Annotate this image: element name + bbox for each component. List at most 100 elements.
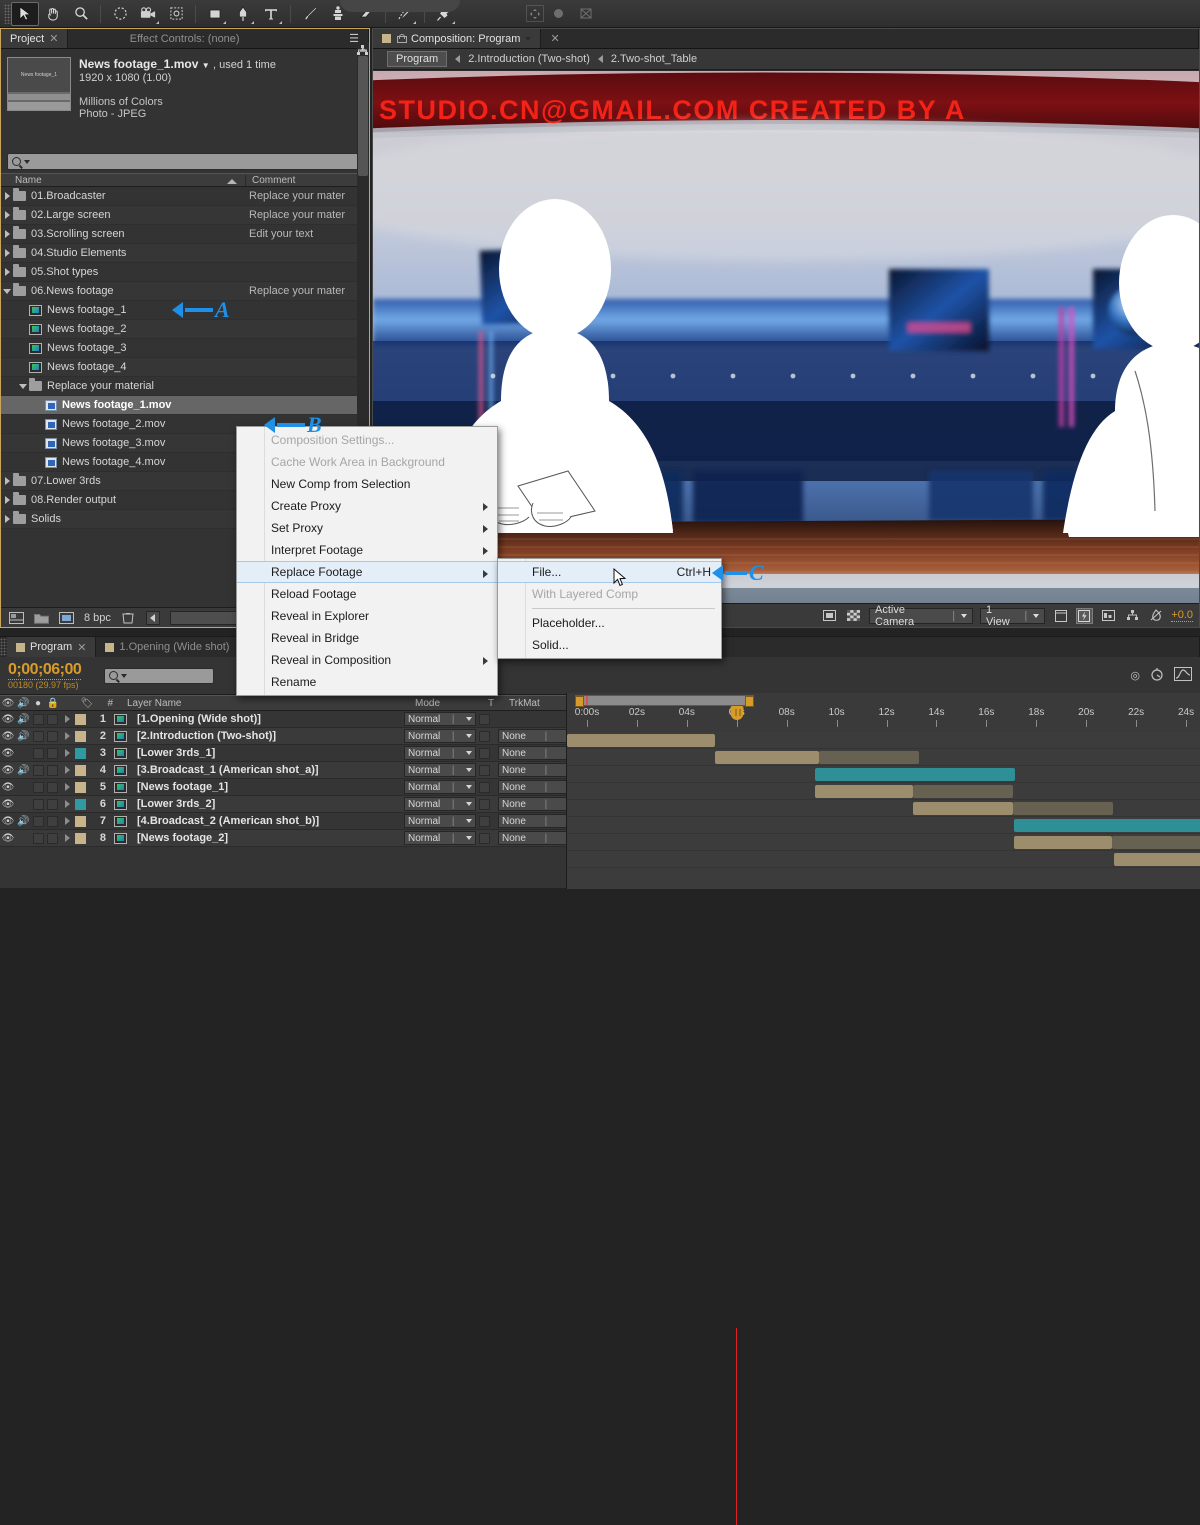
- project-row[interactable]: News footage_2: [1, 320, 369, 339]
- context-menu-item[interactable]: Set Proxy: [237, 517, 497, 539]
- delete-icon[interactable]: [121, 611, 136, 624]
- close-icon[interactable]: ✕: [77, 641, 86, 654]
- context-menu-item[interactable]: Reveal in Explorer: [237, 605, 497, 627]
- timeline-search-input[interactable]: [104, 667, 214, 684]
- layer-trkmat-select[interactable]: None |: [498, 797, 570, 811]
- work-area-start-handle[interactable]: [575, 696, 584, 707]
- current-time-indicator[interactable]: [730, 706, 744, 720]
- column-name[interactable]: Name: [1, 174, 246, 186]
- comp-flowchart-icon[interactable]: [1124, 608, 1141, 624]
- layer-label-swatch[interactable]: [75, 764, 86, 776]
- live-update-icon[interactable]: ◎: [1130, 669, 1140, 682]
- project-row[interactable]: 03.Scrolling screen Edit your text: [1, 225, 369, 244]
- twirl-toggle[interactable]: [1, 211, 13, 219]
- new-comp-icon[interactable]: [9, 611, 24, 624]
- layer-label-swatch[interactable]: [75, 713, 86, 725]
- layer-solo-toggle[interactable]: [31, 730, 45, 742]
- chevron-down-icon[interactable]: [24, 159, 30, 164]
- twirl-closed-icon[interactable]: [4, 192, 10, 200]
- pan-behind-tool[interactable]: [162, 2, 190, 26]
- tab-project[interactable]: Project ✕: [1, 29, 69, 48]
- layer-twirl-icon[interactable]: [59, 800, 75, 808]
- layer-preserve-transparency[interactable]: [476, 781, 492, 793]
- layer-audio-toggle[interactable]: 🔊: [16, 731, 31, 742]
- layer-visibility-toggle[interactable]: 👁: [0, 765, 16, 776]
- current-time-display[interactable]: 0;00;06;00 00180 (29.97 fps): [0, 661, 100, 690]
- layer-trkmat-select[interactable]: None |: [498, 831, 570, 845]
- layer-duration-bar[interactable]: [913, 802, 1013, 815]
- layer-lock-toggle[interactable]: [45, 798, 59, 810]
- layer-solo-toggle[interactable]: [31, 764, 45, 776]
- timeline-track-row[interactable]: [567, 766, 1200, 783]
- layer-twirl-icon[interactable]: [59, 715, 75, 723]
- layer-mode-select[interactable]: Normal |: [404, 797, 476, 811]
- twirl-closed-icon[interactable]: [4, 230, 10, 238]
- twirl-open-icon[interactable]: [19, 383, 27, 389]
- layer-lock-toggle[interactable]: [45, 781, 59, 793]
- twirl-toggle[interactable]: [17, 383, 29, 389]
- layer-visibility-toggle[interactable]: 👁: [0, 782, 16, 793]
- layer-duration-bar[interactable]: [815, 768, 1015, 781]
- layer-name[interactable]: [Lower 3rds_1]: [114, 747, 404, 759]
- layer-duration-bar[interactable]: [1014, 836, 1112, 849]
- camera-tool[interactable]: [134, 2, 162, 26]
- twirl-open-icon[interactable]: [3, 288, 11, 294]
- tab-close-composition[interactable]: ✕: [541, 29, 1199, 48]
- transparency-grid-icon[interactable]: [845, 608, 862, 624]
- snapping-icon[interactable]: [572, 2, 600, 26]
- layer-preserve-transparency[interactable]: [476, 798, 492, 810]
- layer-label-swatch[interactable]: [75, 832, 86, 844]
- layer-name[interactable]: [3.Broadcast_1 (American shot_a)]: [114, 764, 404, 776]
- timeline-tracks[interactable]: [566, 732, 1200, 889]
- selection-tool[interactable]: [11, 1, 39, 26]
- timeline-track-row[interactable]: [567, 783, 1200, 800]
- layer-visibility-toggle[interactable]: 👁: [0, 731, 16, 742]
- layer-twirl-icon[interactable]: [59, 766, 75, 774]
- collapse-panel-button[interactable]: [145, 610, 160, 625]
- project-search-input[interactable]: [7, 153, 363, 170]
- layer-bar-tail[interactable]: [913, 785, 1013, 798]
- hand-tool[interactable]: [39, 2, 67, 26]
- layer-label-swatch[interactable]: [75, 747, 86, 759]
- twirl-closed-icon[interactable]: [4, 515, 10, 523]
- breadcrumb-item-introduction[interactable]: 2.Introduction (Two-shot): [468, 53, 590, 65]
- twirl-closed-icon[interactable]: [4, 496, 10, 504]
- timeline-grip[interactable]: [0, 638, 7, 656]
- layer-solo-toggle[interactable]: [31, 815, 45, 827]
- context-menu-item[interactable]: Reveal in Composition: [237, 649, 497, 671]
- chevron-down-icon[interactable]: [121, 673, 127, 678]
- work-area-end-handle[interactable]: [745, 696, 755, 707]
- layer-solo-toggle[interactable]: [31, 781, 45, 793]
- title-safe-icon[interactable]: [1052, 608, 1069, 624]
- shape-tool[interactable]: [201, 2, 229, 26]
- layer-mode-select[interactable]: Normal |: [404, 746, 476, 760]
- layer-preserve-transparency[interactable]: [476, 832, 492, 844]
- layer-bar-tail[interactable]: [819, 751, 919, 764]
- column-comment[interactable]: Comment: [246, 175, 369, 186]
- timeline-track-row[interactable]: [567, 851, 1200, 868]
- context-menu[interactable]: Composition Settings... Cache Work Area i…: [236, 426, 498, 696]
- layer-preserve-transparency[interactable]: [476, 815, 492, 827]
- flowchart-icon[interactable]: [357, 45, 368, 56]
- layer-lock-toggle[interactable]: [45, 730, 59, 742]
- interpret-footage-icon[interactable]: [59, 611, 74, 624]
- replace-footage-submenu[interactable]: File... Ctrl+H With Layered Comp Placeholde…: [497, 558, 722, 659]
- layer-twirl-icon[interactable]: [59, 834, 75, 842]
- layer-duration-bar[interactable]: [715, 751, 819, 764]
- layer-preserve-transparency[interactable]: [476, 764, 492, 776]
- timeline-track-row[interactable]: [567, 732, 1200, 749]
- project-row[interactable]: 05.Shot types: [1, 263, 369, 282]
- project-row[interactable]: Replace your material: [1, 377, 369, 396]
- timeline-track-row[interactable]: [567, 834, 1200, 851]
- context-menu-item[interactable]: Rename: [237, 671, 497, 693]
- timeline-ruler[interactable]: 0:00s02s04s06s08s10s12s14s16s18s20s22s24…: [566, 693, 1200, 732]
- new-folder-icon[interactable]: [34, 611, 49, 624]
- layer-mode-select[interactable]: Normal |: [404, 763, 476, 777]
- layer-label-swatch[interactable]: [75, 798, 86, 810]
- layer-trkmat-select[interactable]: None |: [498, 746, 570, 760]
- layer-preserve-transparency[interactable]: [476, 713, 492, 725]
- layer-duration-bar[interactable]: [815, 785, 913, 798]
- layer-preserve-transparency[interactable]: [476, 747, 492, 759]
- layer-visibility-toggle[interactable]: 👁: [0, 748, 16, 759]
- view-layout-select[interactable]: 1 View |: [980, 604, 1046, 628]
